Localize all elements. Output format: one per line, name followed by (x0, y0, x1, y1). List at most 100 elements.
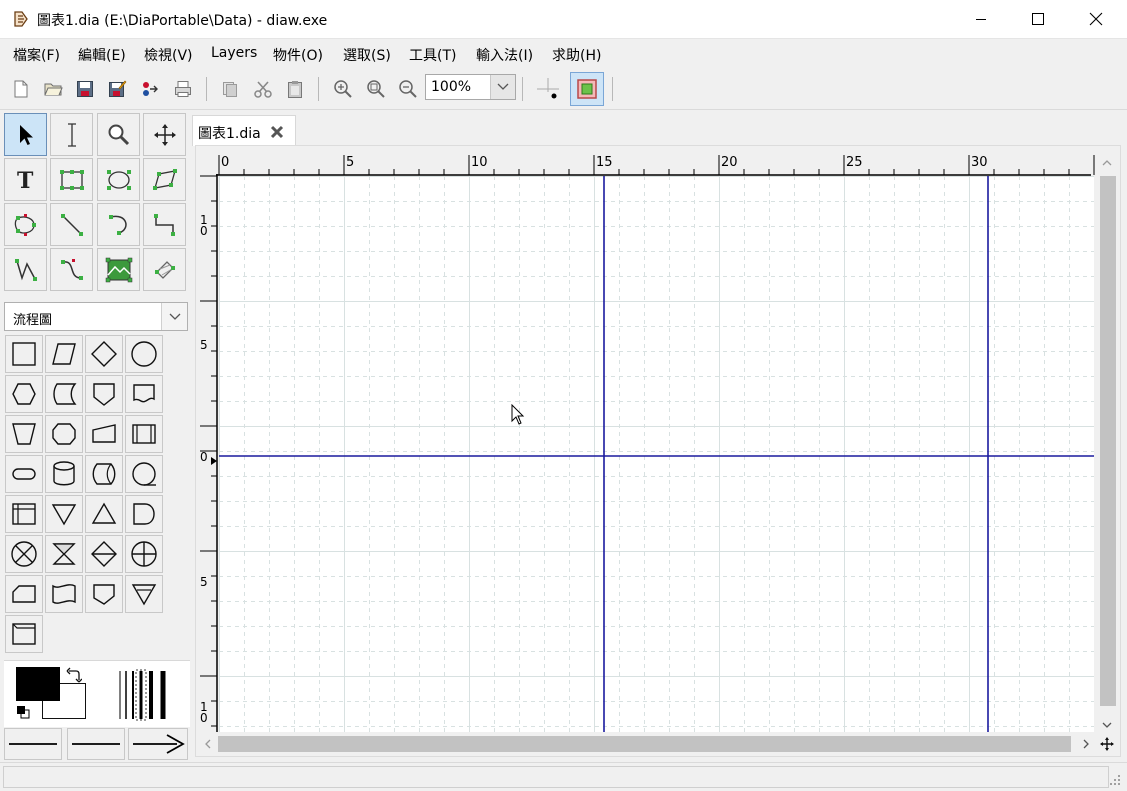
menu-layers[interactable]: Layers (211, 45, 257, 61)
shape-manual-input[interactable] (85, 415, 123, 453)
shape-predefined-process[interactable] (125, 415, 163, 453)
shape-process[interactable] (5, 335, 43, 373)
shape-palette (4, 334, 190, 658)
zoom-in-icon[interactable] (330, 76, 356, 102)
vertical-scrollbar[interactable] (1098, 154, 1116, 736)
shape-sort[interactable] (85, 535, 123, 573)
shape-magnetic-drum[interactable] (45, 375, 83, 413)
swap-colors-icon[interactable] (66, 667, 83, 689)
menu-select[interactable]: 選取(S) (343, 45, 391, 65)
line-width-selector[interactable] (114, 669, 170, 725)
scroll-right-icon[interactable] (1078, 735, 1094, 753)
horizontal-scroll-thumb[interactable] (218, 736, 1071, 752)
shape-internal-storage[interactable] (5, 495, 43, 533)
minimize-button[interactable] (952, 0, 1010, 38)
polyline-tool[interactable] (4, 248, 47, 291)
scroll-up-icon[interactable] (1098, 154, 1116, 172)
tab-diagram[interactable]: 圖表1.dia (192, 115, 296, 146)
line-tool[interactable] (50, 203, 93, 246)
sheet-selector[interactable]: 流程圖 (4, 302, 188, 331)
scroll-left-icon[interactable] (200, 735, 216, 753)
shape-sequential-data[interactable] (125, 455, 163, 493)
export-icon[interactable] (137, 76, 163, 102)
foreground-color-swatch[interactable] (16, 667, 60, 701)
diagram-canvas[interactable] (219, 176, 1094, 732)
arc-tool[interactable] (97, 203, 140, 246)
menu-help[interactable]: 求助(H) (552, 45, 601, 65)
pointer-tool[interactable] (4, 113, 47, 156)
start-arrow-selector[interactable] (4, 728, 62, 760)
ruler-label-left: 5 (200, 575, 208, 589)
shape-direct-access-storage[interactable] (85, 455, 123, 493)
zigzagline-tool[interactable] (143, 203, 186, 246)
magnify-tool[interactable] (97, 113, 140, 156)
shape-offpage-connector[interactable] (85, 375, 123, 413)
shape-delay[interactable] (125, 495, 163, 533)
shape-hexagon[interactable] (45, 415, 83, 453)
navigate-icon[interactable] (1098, 735, 1116, 753)
shape-connector[interactable] (125, 335, 163, 373)
shape-magnetic-disk[interactable] (45, 455, 83, 493)
bezierline-tool[interactable] (50, 248, 93, 291)
menu-edit[interactable]: 編輯(E) (78, 45, 126, 65)
shape-or[interactable] (125, 535, 163, 573)
text-tool[interactable]: T (4, 158, 47, 201)
vertical-scroll-thumb[interactable] (1100, 176, 1116, 706)
snap-to-grid-icon[interactable] (535, 76, 561, 102)
shape-collate[interactable] (45, 535, 83, 573)
shape-input-output[interactable] (45, 335, 83, 373)
shape-transfer[interactable] (125, 575, 163, 613)
horizontal-scrollbar[interactable] (200, 735, 1096, 753)
shape-preparation[interactable] (5, 375, 43, 413)
shape-merge[interactable] (45, 495, 83, 533)
menu-objects[interactable]: 物件(O) (273, 45, 323, 65)
cut-icon[interactable] (250, 76, 276, 102)
menu-view[interactable]: 檢視(V) (144, 45, 193, 65)
shape-manual-operation[interactable] (5, 415, 43, 453)
close-button[interactable] (1067, 0, 1125, 38)
shape-punched-tape[interactable] (45, 575, 83, 613)
box-tool[interactable] (50, 158, 93, 201)
menu-input-methods[interactable]: 輸入法(I) (476, 45, 533, 65)
shape-extract[interactable] (85, 495, 123, 533)
save-icon[interactable] (72, 76, 98, 102)
text-edit-tool[interactable] (50, 113, 93, 156)
open-folder-icon[interactable] (40, 76, 66, 102)
ellipse-tool[interactable] (97, 158, 140, 201)
dia-app-icon (12, 10, 30, 28)
shape-summing-junction[interactable] (5, 535, 43, 573)
end-arrow-selector[interactable] (128, 728, 188, 760)
shape-auxiliary-operation[interactable] (5, 615, 43, 653)
chevron-down-icon[interactable] (490, 75, 515, 99)
svg-text:T: T (17, 168, 34, 192)
polygon-tool[interactable] (143, 158, 186, 201)
close-tab-icon[interactable] (269, 124, 285, 140)
zoom-out-icon[interactable] (395, 76, 421, 102)
new-file-icon[interactable] (8, 76, 34, 102)
line-style-selector[interactable] (67, 728, 125, 760)
menu-tools[interactable]: 工具(T) (409, 45, 456, 65)
ruler-label-top: 15 (596, 155, 613, 170)
shape-card[interactable] (5, 575, 43, 613)
image-tool[interactable] (97, 248, 140, 291)
outline-tool[interactable] (143, 248, 186, 291)
beziergon-tool[interactable] (4, 203, 47, 246)
scroll-down-icon[interactable] (1098, 716, 1116, 734)
reset-colors-icon[interactable] (16, 705, 30, 723)
print-icon[interactable] (170, 76, 196, 102)
maximize-button[interactable] (1009, 0, 1067, 38)
copy-icon[interactable] (217, 76, 243, 102)
save-as-icon[interactable] (104, 76, 130, 102)
menu-file[interactable]: 檔案(F) (13, 45, 60, 65)
zoom-fit-icon[interactable] (363, 76, 389, 102)
zoom-combobox[interactable]: 100% (425, 74, 516, 100)
shape-document[interactable] (125, 375, 163, 413)
chevron-down-icon[interactable] (161, 303, 187, 330)
resize-grip-icon[interactable] (1110, 775, 1122, 791)
shape-terminal[interactable] (5, 455, 43, 493)
paste-icon[interactable] (282, 76, 308, 102)
scroll-tool[interactable] (143, 113, 186, 156)
shape-decision[interactable] (85, 335, 123, 373)
snap-to-objects-icon[interactable] (570, 72, 604, 106)
shape-offline-storage[interactable] (85, 575, 123, 613)
